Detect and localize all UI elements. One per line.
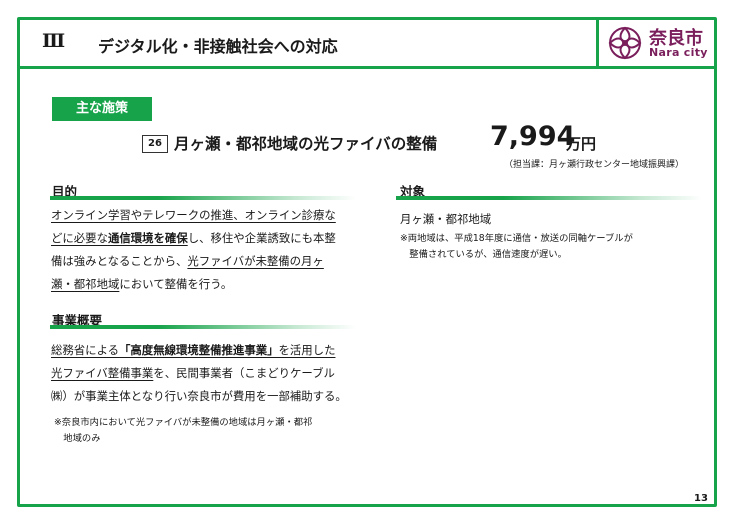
budget-amount: 7,994 <box>490 121 576 152</box>
purpose-line: オンライン学習やテレワークの推進、オンライン診療な <box>51 204 336 227</box>
main-measures-badge: 主な施策 <box>52 97 152 121</box>
overview-line: ㈱）が事業主体となり行い奈良市が費用を一部補助する。 <box>51 385 347 408</box>
note-line: ※両地域は、平成18年度に通信・放送の同軸ケーブルが <box>400 233 633 244</box>
text-span: を活用した <box>278 343 336 357</box>
nara-city-logo: 奈良市 Nara city <box>607 22 711 64</box>
target-text: 月ヶ瀬・都祁地域 <box>400 212 492 226</box>
note-line: ※奈良市内において光ファイバが未整備の地域は月ヶ瀬・都祁 <box>54 417 313 428</box>
text-span: 瀬・都祁地域 <box>51 277 120 291</box>
text-span: を、民間事業者（こまどりケーブル <box>153 366 335 380</box>
overview-text: 総務省による「高度無線環境整備推進事業」を活用した 光ファイバ整備事業を、民間事… <box>51 339 347 408</box>
city-emblem-icon <box>608 26 642 60</box>
text-span: において整備を行う。 <box>119 277 233 291</box>
text-span: 総務省による <box>51 343 120 357</box>
overview-heading-bar <box>50 325 356 329</box>
purpose-line: 瀬・都祁地域において整備を行う。 <box>51 273 336 296</box>
purpose-text: オンライン学習やテレワークの推進、オンライン診療な どに必要な通信環境を確保し、… <box>51 204 336 296</box>
page-title: デジタル化・非接触社会への対応 <box>98 37 338 56</box>
section-number: Ⅲ <box>42 30 65 52</box>
note-line: 地域のみ <box>54 433 101 444</box>
purpose-heading-bar <box>50 196 356 200</box>
target-note: ※両地域は、平成18年度に通信・放送の同軸ケーブルが 整備されているが、通信速度… <box>400 231 633 263</box>
logo-name-en: Nara city <box>649 46 708 59</box>
overview-note: ※奈良市内において光ファイバが未整備の地域は月ヶ瀬・都祁 地域のみ <box>54 415 312 447</box>
text-span: し、移住や企業誘致にも本整 <box>187 231 336 245</box>
overview-line: 総務省による「高度無線環境整備推進事業」を活用した <box>51 339 347 362</box>
logo-separator <box>596 20 599 66</box>
budget-unit: 万円 <box>566 135 597 153</box>
note-line: 整備されているが、通信速度が遅い。 <box>400 249 567 260</box>
text-span: 光ファイバが未整備の月ヶ <box>187 254 324 268</box>
text-span: どに必要な <box>51 231 108 245</box>
text-span-bold: 「高度無線環境整備推進事業」 <box>119 343 279 357</box>
purpose-line: どに必要な通信環境を確保し、移住や企業誘致にも本整 <box>51 227 336 250</box>
overview-line: 光ファイバ整備事業を、民間事業者（こまどりケーブル <box>51 362 347 385</box>
purpose-line: 備は強みとなることから、光ファイバが未整備の月ヶ <box>51 250 336 273</box>
text-span: オンライン学習やテレワークの推進、オンライン診療な <box>51 208 336 222</box>
text-span-bold: 通信環境を確保 <box>107 231 188 245</box>
text-span: 光ファイバ整備事業 <box>51 366 154 380</box>
text-span: 備は強みとなることから、 <box>51 254 188 268</box>
header-divider <box>20 66 717 69</box>
text-span: ㈱）が事業主体となり行い奈良市が費用を一部補助する。 <box>51 389 347 403</box>
project-title: 月ヶ瀬・都祁地域の光ファイバの整備 <box>174 135 438 153</box>
page-number: 13 <box>694 493 708 504</box>
department: （担当課：月ヶ瀬行政センター地域振興課） <box>504 160 685 170</box>
project-number: 26 <box>142 135 168 153</box>
target-heading-bar <box>396 196 702 200</box>
